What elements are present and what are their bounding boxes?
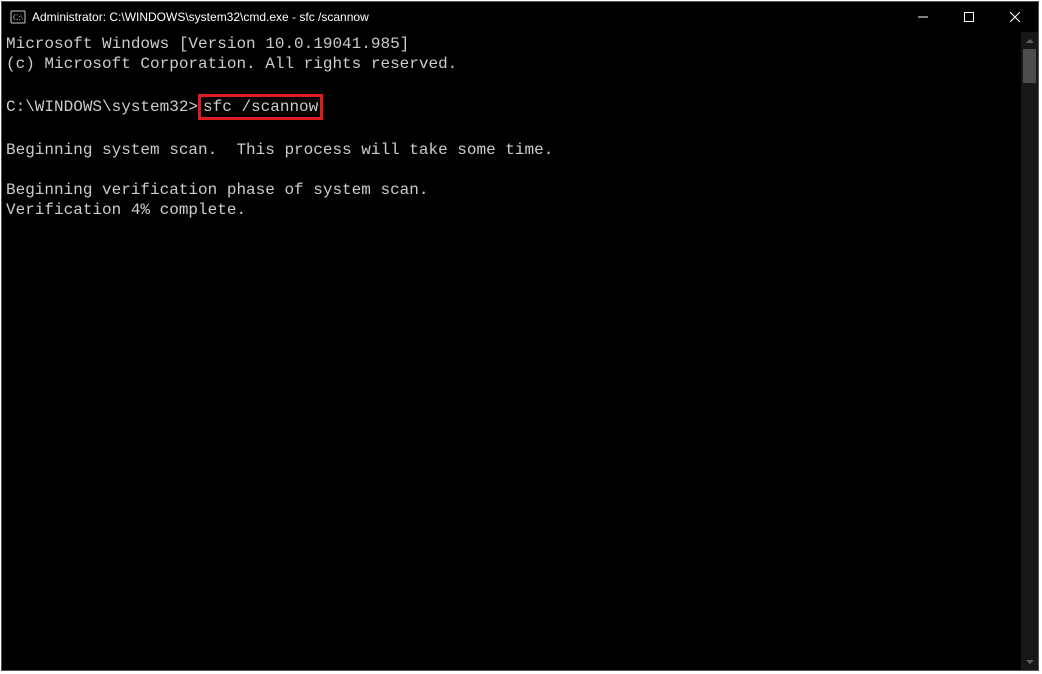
output-line: Microsoft Windows [Version 10.0.19041.98… [6, 34, 1021, 54]
scroll-down-arrow[interactable] [1021, 653, 1038, 670]
output-line: Beginning verification phase of system s… [6, 180, 1021, 200]
output-line: Beginning system scan. This process will… [6, 140, 1021, 160]
vertical-scrollbar[interactable] [1021, 32, 1038, 670]
cmd-icon: C:\ [10, 9, 26, 25]
window-controls [900, 2, 1038, 32]
output-line: (c) Microsoft Corporation. All rights re… [6, 54, 1021, 74]
command-text: sfc /scannow [203, 98, 318, 116]
minimize-button[interactable] [900, 2, 946, 32]
titlebar[interactable]: C:\ Administrator: C:\WINDOWS\system32\c… [2, 2, 1038, 32]
cmd-window: C:\ Administrator: C:\WINDOWS\system32\c… [1, 1, 1039, 671]
window-title: Administrator: C:\WINDOWS\system32\cmd.e… [32, 10, 900, 24]
terminal-output[interactable]: Microsoft Windows [Version 10.0.19041.98… [2, 32, 1021, 670]
close-button[interactable] [992, 2, 1038, 32]
scroll-up-arrow[interactable] [1021, 32, 1038, 49]
output-blank [6, 160, 1021, 180]
maximize-button[interactable] [946, 2, 992, 32]
output-blank [6, 120, 1021, 140]
content-area: Microsoft Windows [Version 10.0.19041.98… [2, 32, 1038, 670]
output-blank [6, 74, 1021, 94]
scroll-track[interactable] [1021, 49, 1038, 653]
prompt-text: C:\WINDOWS\system32> [6, 98, 198, 116]
svg-text:C:\: C:\ [13, 13, 24, 22]
command-highlight: sfc /scannow [198, 94, 323, 120]
output-line: Verification 4% complete. [6, 200, 1021, 220]
scroll-thumb[interactable] [1023, 49, 1036, 83]
prompt-line: C:\WINDOWS\system32> sfc /scannow [6, 94, 1021, 120]
